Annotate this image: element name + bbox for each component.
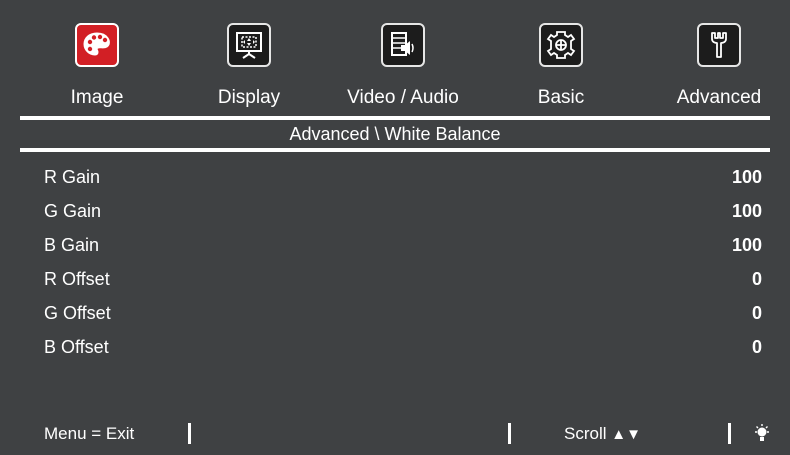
footer-bar: Menu = Exit Scroll ▲▼ (0, 418, 790, 449)
section-title: Advanced \ White Balance (289, 124, 501, 144)
setting-value: 0 (751, 337, 762, 357)
tab-display[interactable]: Display (184, 0, 314, 116)
setting-r-gain[interactable]: R Gain 100 (0, 160, 790, 194)
setting-name: G Offset (44, 303, 111, 323)
footer-separator (508, 423, 511, 444)
setting-value: 100 (731, 167, 762, 187)
divider-bottom (20, 148, 770, 152)
tab-label: Image (70, 87, 124, 108)
menu-exit-hint: Menu = Exit (44, 424, 135, 443)
scroll-label: Scroll (564, 424, 607, 443)
tab-video-audio[interactable]: Video / Audio (338, 0, 468, 116)
palette-icon (75, 23, 119, 67)
setting-value: 0 (751, 269, 762, 289)
footer-separator (188, 423, 191, 444)
setting-g-gain[interactable]: G Gain 100 (0, 194, 790, 228)
screen-icon (227, 23, 271, 67)
down-arrow-icon: ▼ (626, 426, 641, 443)
scroll-hint: Scroll ▲▼ (564, 418, 641, 450)
gear-icon (539, 23, 583, 67)
lamp-icon (752, 423, 772, 445)
tab-advanced[interactable]: Advanced (654, 0, 784, 116)
setting-r-offset[interactable]: R Offset 0 (0, 262, 790, 296)
setting-value: 100 (731, 201, 762, 221)
up-arrow-icon: ▲ (611, 426, 627, 443)
menu-tab-bar: Image Display Video / Audio Basic Advanc… (0, 0, 790, 116)
setting-name: R Offset (44, 269, 110, 289)
setting-name: R Gain (44, 167, 101, 187)
video-audio-icon (381, 23, 425, 67)
tab-image[interactable]: Image (32, 0, 162, 116)
setting-b-gain[interactable]: B Gain 100 (0, 228, 790, 262)
footer-separator (728, 423, 731, 444)
setting-g-offset[interactable]: G Offset 0 (0, 296, 790, 330)
setting-name: B Gain (44, 235, 100, 255)
setting-value: 0 (751, 303, 762, 323)
setting-value: 100 (731, 235, 762, 255)
wrench-icon (697, 23, 741, 67)
tab-label: Video / Audio (347, 87, 459, 108)
tab-label: Advanced (676, 87, 762, 108)
setting-b-offset[interactable]: B Offset 0 (0, 330, 790, 364)
tab-basic[interactable]: Basic (496, 0, 626, 116)
tab-label: Basic (537, 87, 585, 108)
setting-name: G Gain (44, 201, 102, 221)
setting-name: B Offset (44, 337, 109, 357)
tab-label: Display (217, 87, 281, 108)
